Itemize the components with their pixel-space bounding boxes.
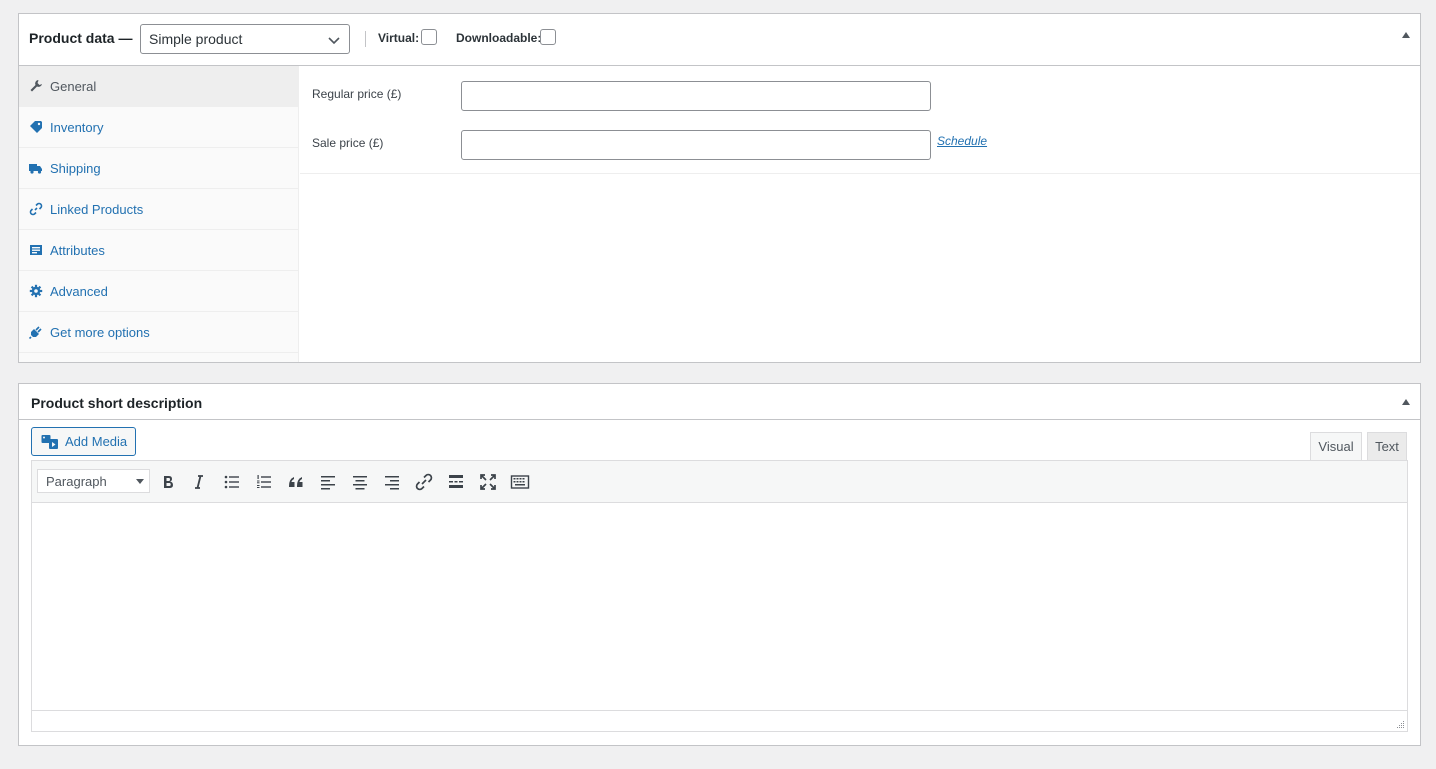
schedule-link[interactable]: Schedule: [937, 134, 987, 148]
header-divider: [365, 31, 366, 47]
fullscreen-icon[interactable]: [478, 472, 498, 492]
bullet-list-icon[interactable]: [222, 472, 242, 492]
tab-linked-products[interactable]: Linked Products: [19, 189, 298, 230]
product-data-header: Product data — Simple product Virtual: D…: [19, 14, 1420, 66]
tab-visual[interactable]: Visual: [1310, 432, 1362, 461]
tab-label: General: [50, 79, 97, 94]
read-more-icon[interactable]: [446, 472, 466, 492]
numbered-list-icon[interactable]: [254, 472, 274, 492]
add-media-button[interactable]: Add Media: [31, 427, 136, 456]
regular-price-label: Regular price (£): [312, 87, 402, 101]
product-type-value: Simple product: [149, 31, 243, 47]
downloadable-checkbox[interactable]: [540, 29, 556, 45]
virtual-label: Virtual:: [378, 31, 420, 45]
dropdown-arrow-icon: [136, 479, 144, 484]
keyboard-icon[interactable]: [510, 472, 530, 492]
product-data-panel: Product data — Simple product Virtual: D…: [18, 13, 1421, 363]
short-description-header: Product short description: [19, 384, 1420, 420]
tab-text[interactable]: Text: [1367, 432, 1407, 461]
add-media-label: Add Media: [65, 434, 128, 449]
resize-handle-icon[interactable]: [1395, 719, 1405, 729]
collapse-toggle-icon[interactable]: [1402, 32, 1410, 38]
blockquote-icon[interactable]: [286, 472, 306, 492]
tab-advanced[interactable]: Advanced: [19, 271, 298, 312]
tab-get-more-options[interactable]: Get more options: [19, 312, 298, 353]
align-left-icon[interactable]: [318, 472, 338, 492]
short-description-title: Product short description: [31, 395, 203, 411]
downloadable-label: Downloadable:: [456, 31, 542, 45]
gear-icon: [29, 284, 43, 298]
media-icon: [41, 435, 58, 449]
sale-price-input[interactable]: [461, 130, 931, 160]
tab-shipping[interactable]: Shipping: [19, 148, 298, 189]
editor-content-area[interactable]: [32, 503, 1407, 711]
tab-attributes[interactable]: Attributes: [19, 230, 298, 271]
tab-inventory[interactable]: Inventory: [19, 107, 298, 148]
tab-label: Advanced: [50, 284, 108, 299]
align-right-icon[interactable]: [382, 472, 402, 492]
tab-label: Linked Products: [50, 202, 144, 217]
format-select-value: Paragraph: [46, 474, 107, 489]
align-center-icon[interactable]: [350, 472, 370, 492]
truck-icon: [29, 164, 42, 174]
format-select[interactable]: Paragraph: [37, 469, 150, 493]
regular-price-input[interactable]: [461, 81, 931, 111]
chevron-down-icon: [328, 37, 340, 45]
general-fields: Regular price (£) Sale price (£) Schedul…: [300, 66, 1420, 174]
bold-icon[interactable]: [158, 472, 178, 492]
tab-label: Inventory: [50, 120, 104, 135]
list-icon: [30, 245, 42, 255]
tab-general[interactable]: General: [19, 66, 298, 107]
product-data-tabs: General Inventory Shipping Linked Produc…: [19, 66, 299, 362]
collapse-toggle-icon[interactable]: [1402, 399, 1410, 405]
link-icon: [29, 202, 43, 216]
editor-toolbar: Paragraph: [32, 461, 1407, 503]
tab-label: Get more options: [50, 325, 150, 340]
editor-statusbar: [32, 710, 1407, 731]
product-type-select[interactable]: Simple product: [140, 24, 350, 54]
product-data-title: Product data —: [29, 30, 133, 46]
sale-price-label: Sale price (£): [312, 136, 384, 150]
tab-label: Attributes: [50, 243, 105, 258]
rich-text-editor: Paragraph: [31, 460, 1408, 732]
wrench-icon: [30, 80, 42, 92]
link-icon[interactable]: [414, 472, 434, 492]
tab-label: Shipping: [50, 161, 101, 176]
italic-icon[interactable]: [189, 472, 209, 492]
short-description-panel: Product short description Add Media Visu…: [18, 383, 1421, 746]
virtual-checkbox[interactable]: [421, 29, 437, 45]
plugin-icon: [29, 326, 42, 339]
tag-icon: [30, 121, 42, 133]
